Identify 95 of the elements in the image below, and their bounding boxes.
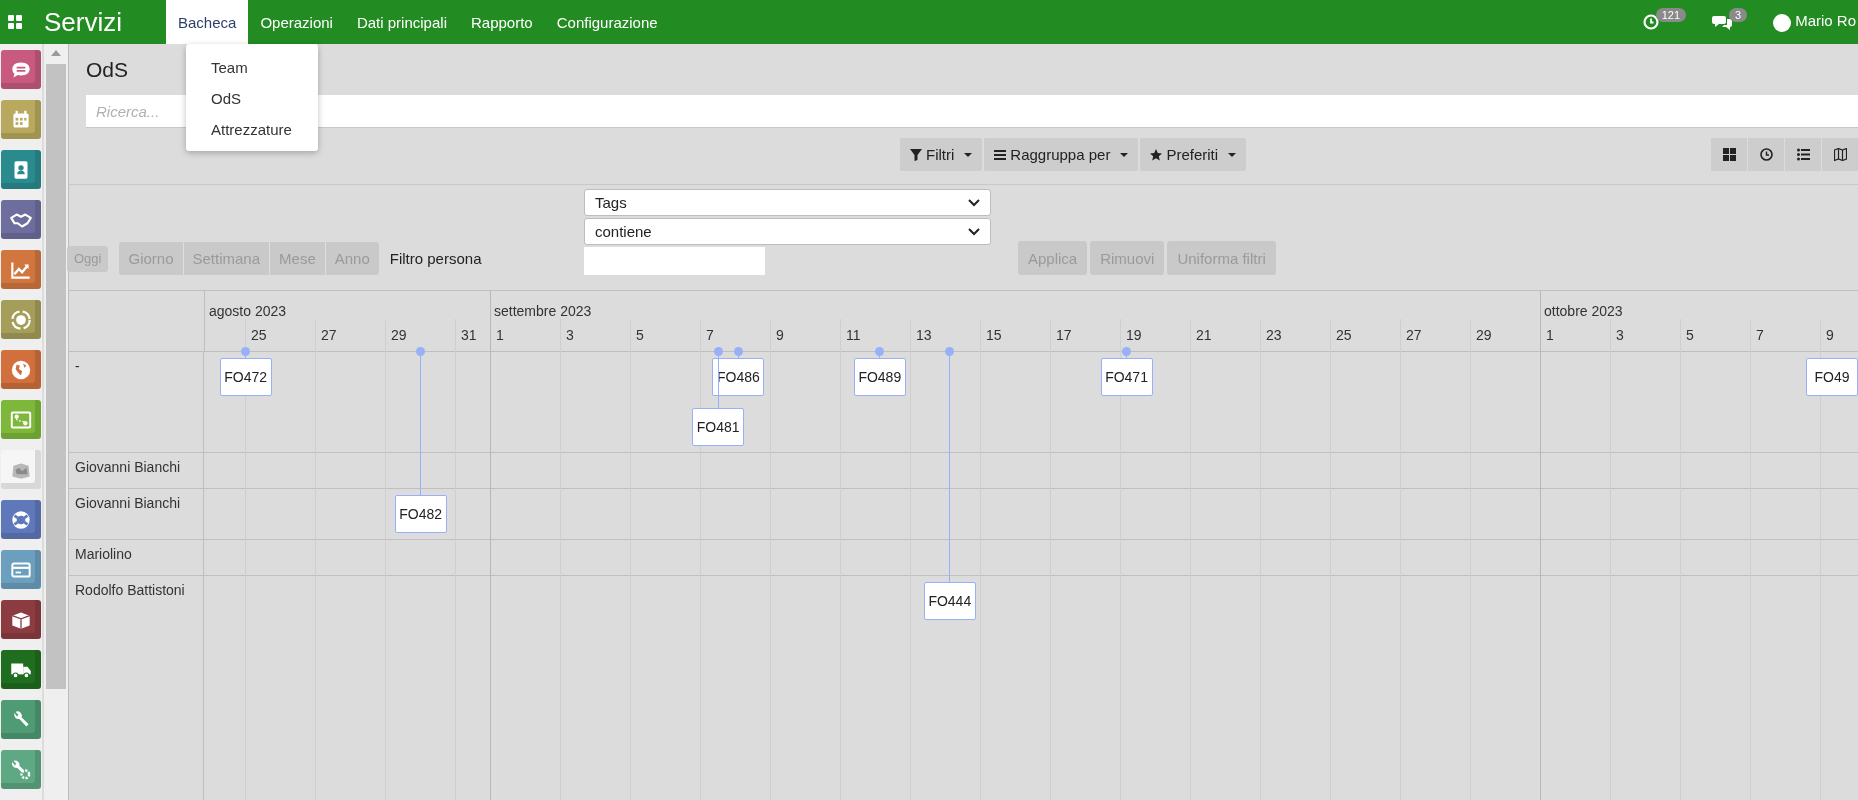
kanban-view-icon: [1722, 148, 1736, 161]
day-label: 11: [845, 327, 862, 343]
apps-menu-icon[interactable]: [8, 15, 22, 29]
day-label: 5: [635, 327, 645, 343]
filter-label: Filtro persona: [389, 250, 482, 267]
wrench-icon[interactable]: [1, 700, 41, 739]
row-label: Mariolino: [69, 540, 204, 575]
event-card[interactable]: FO444: [923, 582, 976, 620]
funnel-icon: [910, 148, 922, 161]
month-label: ottobre 2023: [1544, 303, 1623, 319]
card-icon[interactable]: [1, 550, 41, 589]
row-label: -: [69, 352, 204, 452]
user-name[interactable]: Mario Ro: [1795, 12, 1856, 29]
caret-icon: [1120, 152, 1129, 157]
globe-icon[interactable]: [1, 350, 41, 389]
month-label: agosto 2023: [209, 303, 287, 319]
clock-icon[interactable]: [1642, 14, 1659, 30]
avatar: [1773, 14, 1792, 32]
day-label: 27: [1405, 327, 1423, 343]
contact-book-icon[interactable]: [1, 150, 41, 189]
day-label: 25: [250, 327, 268, 343]
day-label: 19: [1125, 327, 1143, 343]
event-card[interactable]: FO482: [394, 495, 447, 533]
dropdown-button[interactable]: Preferiti: [1140, 138, 1247, 171]
map-route-icon[interactable]: [1, 400, 41, 439]
menu-tab[interactable]: Operazioni: [248, 0, 345, 44]
app-title: Servizi: [44, 6, 122, 38]
view-switch-button[interactable]: [1785, 138, 1821, 171]
day-label: 13: [915, 327, 933, 343]
person-filter-input[interactable]: [584, 247, 765, 275]
event-connector: [733, 346, 743, 358]
day-label: 1: [495, 327, 505, 343]
event-card[interactable]: FO471: [1100, 358, 1153, 396]
event-card[interactable]: FO481: [692, 408, 745, 446]
select-field[interactable]: Tags: [584, 189, 991, 216]
row-label: Giovanni Bianchi: [69, 489, 204, 539]
chat-icon[interactable]: [1712, 14, 1732, 30]
day-label: 3: [1615, 327, 1625, 343]
day-label: 29: [390, 327, 408, 343]
select-field[interactable]: contiene: [584, 218, 991, 245]
chat-bubble-icon[interactable]: [1, 50, 41, 89]
chevron-down-icon: [968, 198, 980, 207]
day-label: 29: [1475, 327, 1493, 343]
menu-lines-icon: [994, 148, 1007, 161]
day-label: 5: [1685, 327, 1695, 343]
day-label: 27: [320, 327, 338, 343]
day-label: 3: [565, 327, 575, 343]
day-label: 7: [1755, 327, 1765, 343]
day-label: 31: [460, 327, 478, 343]
day-label: 1: [1545, 327, 1555, 343]
view-switch-button[interactable]: [1822, 138, 1858, 171]
menu-tab[interactable]: Configurazione: [544, 0, 670, 44]
lifebuoy-icon[interactable]: [1, 500, 41, 539]
event-card[interactable]: FO49: [1806, 358, 1858, 396]
count-badge: 121: [1655, 8, 1686, 22]
dropdown-button[interactable]: Filtri: [900, 138, 983, 171]
day-label: 7: [705, 327, 715, 343]
chevron-down-icon: [968, 227, 980, 236]
map-view-icon: [1833, 148, 1847, 161]
caret-icon: [964, 152, 973, 157]
event-card[interactable]: FO489: [853, 358, 906, 396]
list-view-icon: [1796, 148, 1810, 161]
star-icon: [1150, 148, 1163, 161]
day-label: 9: [775, 327, 785, 343]
caret-icon: [1228, 152, 1237, 157]
menu-tab[interactable]: Rapporto: [459, 0, 545, 44]
menu-tab[interactable]: Dati principali: [344, 0, 459, 44]
calendar-icon[interactable]: [1, 100, 41, 139]
day-label: 9: [1825, 327, 1835, 343]
month-label: settembre 2023: [494, 303, 592, 319]
day-label: 23: [1265, 327, 1283, 343]
page-title: OdS: [86, 59, 129, 80]
event-connector: [1122, 346, 1132, 358]
line-chart-icon[interactable]: [1, 250, 41, 289]
box-icon[interactable]: [1, 600, 41, 639]
event-card[interactable]: FO472: [219, 358, 272, 396]
menu-item[interactable]: Team: [186, 52, 318, 83]
map-image-icon[interactable]: [1, 450, 41, 489]
menu-tab[interactable]: Bacheca: [166, 0, 249, 44]
dropdown-button[interactable]: Raggruppa per: [984, 138, 1139, 171]
truck-icon[interactable]: [1, 650, 41, 689]
row-label: Rodolfo Battistoni: [69, 576, 204, 800]
view-switch-button[interactable]: [1748, 138, 1784, 171]
scrollbar[interactable]: [44, 44, 68, 800]
row-label: Giovanni Bianchi: [69, 453, 204, 488]
count-badge: 3: [1729, 8, 1748, 22]
clock-icon: [1759, 148, 1773, 161]
day-label: 17: [1055, 327, 1073, 343]
day-label: 25: [1335, 327, 1353, 343]
event-connector: [875, 346, 885, 358]
wrench-gear-icon[interactable]: [1, 750, 41, 789]
day-label: 21: [1195, 327, 1213, 343]
view-switch-button[interactable]: [1711, 138, 1747, 171]
event-connector: [241, 346, 251, 358]
day-label: 15: [985, 327, 1003, 343]
